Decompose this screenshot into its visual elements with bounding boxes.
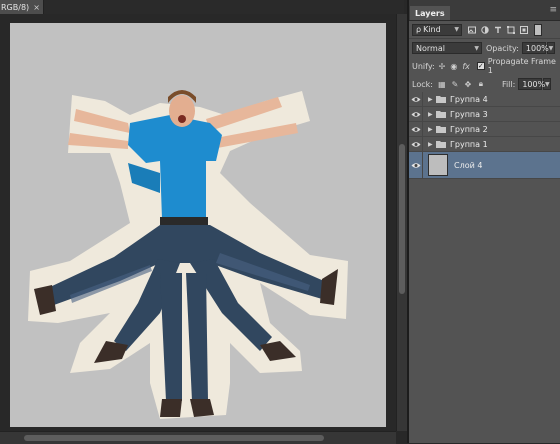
opacity-input[interactable]: 100% — [521, 42, 549, 54]
document-tab[interactable]: RGB/8) × — [0, 0, 44, 14]
canvas[interactable] — [10, 23, 386, 427]
layers-panel: Layers ≡ ρ Kind ▼ Normal ▼ Opacity: 100%… — [409, 0, 560, 443]
blend-row: Normal ▼ Opacity: 100% ▼ — [409, 39, 560, 57]
layer-name: Группа 4 — [450, 94, 488, 104]
filter-row: ρ Kind ▼ — [409, 21, 560, 39]
document-area — [0, 14, 396, 431]
expand-triangle-icon[interactable]: ▶ — [428, 126, 433, 133]
lock-row: Lock: ▦ ✎ ✥ 🔒︎ Fill: 100% ▼ — [409, 75, 560, 93]
close-icon[interactable]: × — [33, 3, 40, 12]
smart-object-filter-icon[interactable] — [520, 25, 528, 34]
layers-list: ▶ Группа 4 ▶ Группа 3 ▶ Группа 2 ▶ Групп… — [409, 92, 560, 443]
horizontal-scrollbar[interactable] — [0, 431, 396, 444]
visibility-eye-icon[interactable] — [409, 122, 423, 136]
folder-icon — [436, 126, 446, 133]
unify-row: Unify: ✢ ◉ fx ✓ Propagate Frame 1 — [409, 57, 560, 75]
chevron-down-icon: ▼ — [454, 26, 459, 33]
layer-name: Слой 4 — [454, 160, 483, 170]
layer-name: Группа 2 — [450, 124, 488, 134]
visibility-eye-icon[interactable] — [409, 107, 423, 121]
filter-kind-label: Kind — [423, 25, 441, 34]
filter-kind-select[interactable]: ρ Kind ▼ — [412, 23, 462, 36]
layer-row-group-1[interactable]: ▶ Группа 1 — [409, 137, 560, 152]
propagate-checkbox[interactable]: ✓ — [476, 62, 485, 70]
unify-position-icon[interactable]: ✢ — [439, 62, 446, 71]
lock-pixels-icon[interactable]: ✎ — [450, 80, 460, 89]
visibility-eye-icon[interactable] — [409, 152, 423, 178]
expand-triangle-icon[interactable]: ▶ — [428, 111, 433, 118]
layer-name: Группа 1 — [450, 139, 488, 149]
horizontal-scrollbar-thumb[interactable] — [24, 435, 324, 441]
blend-mode-select[interactable]: Normal ▼ — [412, 42, 482, 54]
belt — [160, 217, 208, 226]
opacity-value: 100% — [525, 43, 549, 53]
image-filter-icon[interactable] — [468, 26, 476, 34]
propagate-label: Propagate Frame 1 — [487, 57, 556, 75]
unify-label: Unify: — [412, 61, 435, 71]
unify-visibility-icon[interactable]: ◉ — [450, 62, 457, 71]
vertical-scrollbar-thumb[interactable] — [399, 144, 405, 294]
lock-position-icon[interactable]: ✥ — [463, 80, 473, 89]
lock-label: Lock: — [412, 79, 433, 89]
mouth — [178, 115, 186, 123]
layer-row-layer-4[interactable]: Слой 4 — [409, 152, 560, 179]
folder-icon — [436, 96, 446, 103]
shape-filter-icon[interactable] — [507, 25, 515, 34]
type-filter-icon[interactable] — [494, 26, 502, 34]
filter-icons — [468, 25, 528, 34]
fill-label: Fill: — [501, 79, 516, 89]
layer-thumbnail — [428, 154, 448, 176]
blend-mode-value: Normal — [416, 43, 445, 53]
expand-triangle-icon[interactable]: ▶ — [428, 96, 433, 103]
expand-triangle-icon[interactable]: ▶ — [428, 141, 433, 148]
adjustment-filter-icon[interactable] — [481, 25, 489, 34]
layer-name: Группа 3 — [450, 109, 488, 119]
fill-input[interactable]: 100% — [518, 78, 546, 90]
folder-icon — [436, 111, 446, 118]
collage-artwork — [28, 90, 348, 419]
visibility-eye-icon[interactable] — [409, 92, 423, 106]
unify-style-icon[interactable]: fx — [462, 62, 470, 71]
tab-layers[interactable]: Layers — [410, 6, 450, 20]
chevron-down-icon: ▼ — [474, 44, 479, 52]
document-tab-title: RGB/8) — [1, 2, 30, 12]
layer-row-group-2[interactable]: ▶ Группа 2 — [409, 122, 560, 137]
tab-bar — [44, 0, 404, 14]
lock-all-icon[interactable]: 🔒︎ — [476, 79, 486, 89]
panel-tab-bar: Layers ≡ — [409, 0, 560, 21]
folder-icon — [436, 141, 446, 148]
lock-transparent-icon[interactable]: ▦ — [437, 80, 447, 89]
opacity-label: Opacity: — [486, 43, 519, 53]
filter-toggle[interactable] — [534, 23, 542, 36]
fill-value: 100% — [522, 79, 546, 89]
layer-row-group-3[interactable]: ▶ Группа 3 — [409, 107, 560, 122]
search-icon: ρ — [416, 25, 422, 34]
layer-row-group-4[interactable]: ▶ Группа 4 — [409, 92, 560, 107]
panel-menu-icon[interactable]: ≡ — [549, 6, 556, 15]
visibility-eye-icon[interactable] — [409, 137, 423, 151]
